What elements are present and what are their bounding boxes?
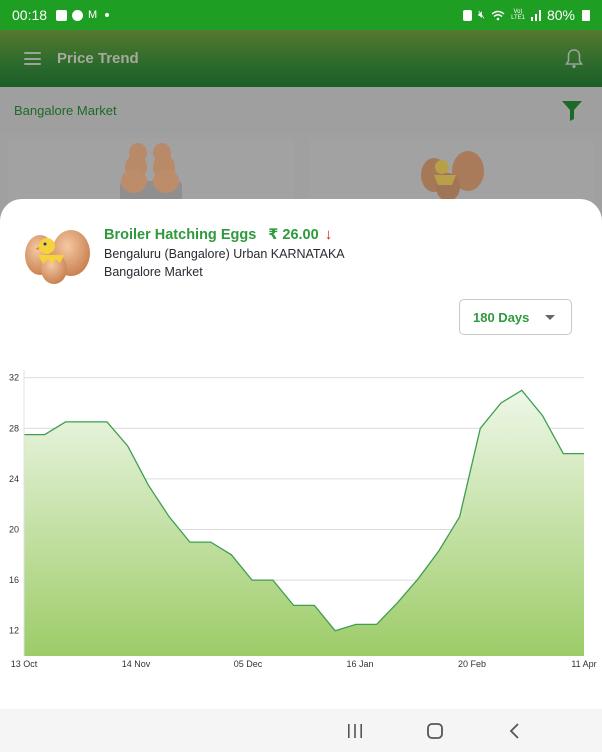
product-image [25,230,90,284]
time-range-value: 180 Days [473,309,530,325]
y-tick-label: 32 [9,373,19,383]
product-market: Bangalore Market [104,265,203,279]
y-tick-label: 12 [9,626,19,636]
market-bar: Bangalore Market [0,87,602,133]
page-title: Price Trend [57,50,139,67]
product-name: Broiler Hatching Eggs [104,226,257,243]
notification-dot-icon [105,13,110,17]
y-tick-label: 24 [9,474,19,484]
back-button[interactable] [505,721,525,741]
hamburger-menu-icon[interactable] [24,52,41,65]
price-chart-svg: 12 16 20 24 28 32 13 Oct 14 Nov 05 Dec 16 Jan 20 F… [9,370,597,669]
screen: 00:18 M 🔇︎ Vo) LTE1 80% Price Trend Banga… [0,0,602,752]
price-down-arrow-icon: ↓ [324,226,333,243]
status-bar: 00:18 M 🔇︎ Vo) LTE1 80% [0,0,602,30]
y-tick-label: 16 [9,575,19,585]
product-price: ₹ 26.00 [268,226,319,243]
home-button[interactable] [425,721,445,741]
x-tick-label: 05 Dec [234,659,263,669]
battery-icon [582,9,590,21]
volte-lte-icon: Vo) LTE1 [511,9,525,21]
system-nav-bar [0,709,602,752]
x-tick-label: 13 Oct [11,659,38,669]
signal-icon [530,9,541,21]
x-tick-label: 14 Nov [122,659,151,669]
product-header: Broiler Hatching Eggs ₹ 26.00 ↓ [104,226,332,243]
y-tick-label: 20 [9,524,19,534]
gmail-icon: M [88,8,98,21]
mute-icon: 🔇︎ [478,8,486,21]
facebook-icon [72,9,84,21]
status-time: 00:18 [12,7,48,23]
price-area [24,390,584,656]
x-tick-label: 20 Feb [458,659,486,669]
time-range-dropdown[interactable]: 180 Days [459,299,572,335]
product-location: Bengaluru (Bangalore) Urban KARNATAKA [104,247,345,261]
gallery-icon [56,9,68,21]
market-label: Bangalore Market [14,102,117,118]
filter-icon[interactable] [561,99,583,121]
battery-saver-icon [463,9,473,21]
x-tick-label: 11 Apr [571,659,596,669]
recent-apps-button[interactable] [345,721,365,741]
hatching-chick-eggs-image [421,151,484,201]
egg-tray-image [120,143,182,201]
x-tick-label: 16 Jan [346,659,373,669]
price-chart: 12 16 20 24 28 32 13 Oct 14 Nov 05 Dec 16 Jan 20 F… [0,365,602,685]
caret-down-icon [545,315,555,320]
wifi-icon [491,10,505,20]
y-tick-label: 28 [9,423,19,433]
bell-icon[interactable] [564,48,584,70]
app-bar: Price Trend [0,30,602,87]
battery-percent: 80% [546,7,575,23]
